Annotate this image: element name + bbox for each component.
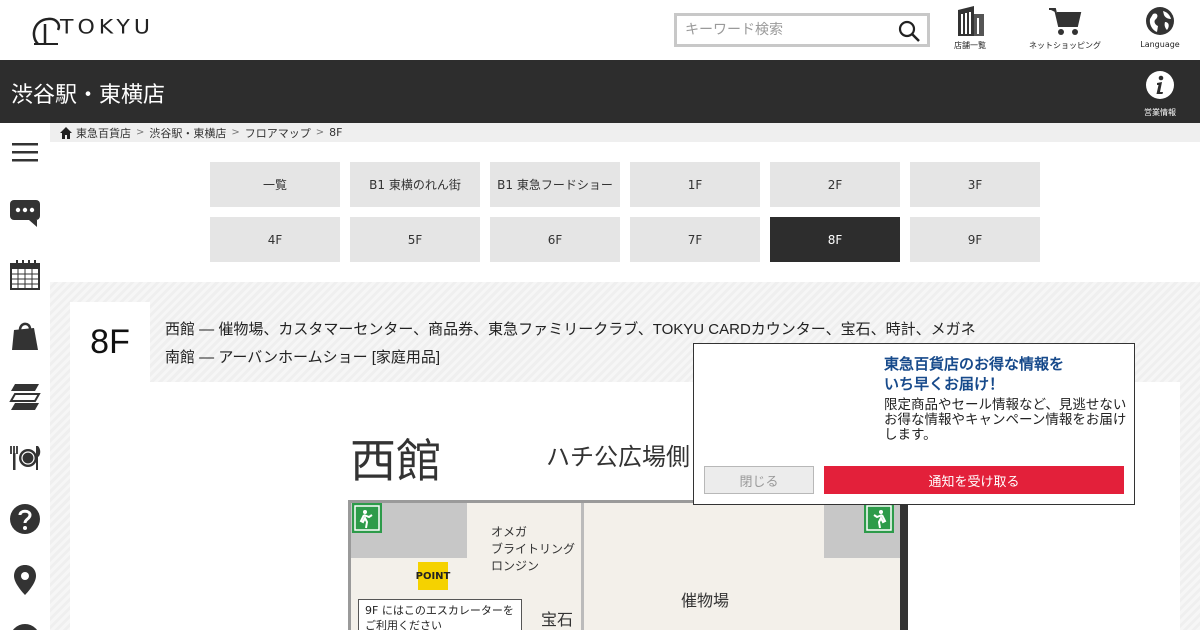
floor-button-b1-noren[interactable]: B1 東横のれん街 bbox=[350, 162, 480, 207]
restaurant-button[interactable] bbox=[8, 441, 42, 475]
map-watch-brands: オメガ ブライトリング ロンジン bbox=[491, 524, 575, 575]
escalator-note-line2: ご利用ください bbox=[365, 619, 442, 630]
menu-icon bbox=[12, 143, 38, 162]
shopping-bag-icon bbox=[12, 322, 38, 350]
breadcrumb-separator-icon: > bbox=[136, 127, 145, 138]
store-list-label: 店舗一覧 bbox=[954, 41, 986, 50]
emergency-exit-icon bbox=[864, 503, 894, 533]
chat-icon bbox=[10, 200, 40, 227]
business-info-label: 営業情報 bbox=[1144, 108, 1176, 117]
language-button[interactable]: Language bbox=[1136, 6, 1184, 49]
breadcrumb-current: 8F bbox=[329, 126, 343, 139]
popup-title-line1: 東急百貨店のお得な情報を bbox=[884, 355, 1065, 373]
escalator-note-line1: 9F にはこのエスカレーターを bbox=[365, 604, 514, 617]
site-header: TOKYU 店舗一覧 ネットショッピング bbox=[0, 0, 1200, 60]
home-icon[interactable] bbox=[60, 126, 72, 139]
online-shopping-label: ネットショッピング bbox=[1029, 41, 1101, 50]
floor-button-8f[interactable]: 8F bbox=[770, 217, 900, 262]
floor-button-6f[interactable]: 6F bbox=[490, 217, 620, 262]
floor-selector: 一覧 B1 東横のれん街 B1 東急フードショー 1F 2F 3F 4F 5F … bbox=[210, 162, 1040, 262]
floor-button-3f[interactable]: 3F bbox=[910, 162, 1040, 207]
globe-icon bbox=[1146, 7, 1174, 35]
map-building-label: 西館 bbox=[350, 434, 442, 488]
tokyu-logo[interactable]: TOKYU bbox=[28, 10, 208, 50]
search-icon[interactable] bbox=[897, 19, 921, 43]
dining-icon bbox=[10, 446, 41, 470]
escalator-note: 9F にはこのエスカレーターを ご利用ください bbox=[358, 599, 522, 630]
popup-close-button[interactable]: 閉じる bbox=[704, 466, 814, 494]
floor-label: 8F bbox=[70, 302, 150, 382]
cart-icon bbox=[1049, 8, 1082, 35]
notification-popup: 東急百貨店のお得な情報を いち早くお届け！ 限定商品やセール情報など、見逃せない… bbox=[693, 343, 1135, 505]
emergency-exit-icon bbox=[352, 503, 382, 533]
map-side-label: ハチ公広場側 bbox=[546, 443, 690, 471]
breadcrumb-link-store[interactable]: 渋谷駅・東横店 bbox=[149, 125, 226, 141]
breadcrumb-link-floormap[interactable]: フロアマップ bbox=[245, 125, 311, 141]
map-brand-breitling: ブライトリング bbox=[491, 542, 576, 556]
floor-button-1f[interactable]: 1F bbox=[630, 162, 760, 207]
calendar-icon bbox=[10, 260, 40, 290]
breadcrumb-separator-icon: > bbox=[231, 127, 240, 138]
floor-button-9f[interactable]: 9F bbox=[910, 217, 1040, 262]
menu-button[interactable] bbox=[8, 135, 42, 169]
breadcrumb-separator-icon: > bbox=[315, 127, 325, 138]
more-icon bbox=[13, 624, 37, 630]
tokyu-logo-mark-icon bbox=[32, 17, 61, 45]
breadcrumb-link-top[interactable]: 東急百貨店 bbox=[76, 125, 131, 141]
map-jewelry-label: 宝石 bbox=[541, 610, 574, 629]
info-icon bbox=[1146, 71, 1174, 99]
popup-title-line2: いち早くお届け！ bbox=[884, 375, 1005, 393]
breadcrumb: 東急百貨店 > 渋谷駅・東横店 > フロアマップ > 8F bbox=[50, 123, 1200, 142]
layers-icon bbox=[9, 384, 41, 410]
search-box bbox=[674, 13, 930, 47]
business-info-button[interactable]: 営業情報 bbox=[1138, 70, 1182, 118]
left-sidebar bbox=[0, 123, 50, 630]
building-icon bbox=[958, 6, 984, 36]
floor-button-2f[interactable]: 2F bbox=[770, 162, 900, 207]
shopping-button[interactable] bbox=[8, 319, 42, 353]
online-shopping-button[interactable]: ネットショッピング bbox=[1022, 6, 1108, 51]
floor-button-4f[interactable]: 4F bbox=[210, 217, 340, 262]
point-badge: POINT bbox=[416, 562, 450, 590]
access-button[interactable] bbox=[8, 563, 42, 597]
store-title: 渋谷駅・東横店 bbox=[11, 83, 166, 108]
popup-title: 東急百貨店のお得な情報を いち早くお届け！ bbox=[884, 354, 1064, 394]
floor-description-west: 西館 ― 催物場、カスタマーセンター、商品券、東急ファミリークラブ、TOKYU … bbox=[165, 321, 976, 338]
search-input[interactable] bbox=[677, 16, 887, 44]
floor-button-7f[interactable]: 7F bbox=[630, 217, 760, 262]
floor-button-5f[interactable]: 5F bbox=[350, 217, 480, 262]
calendar-button[interactable] bbox=[8, 258, 42, 292]
popup-accept-button[interactable]: 通知を受け取る bbox=[824, 466, 1124, 494]
floor-button-b1-foodshow[interactable]: B1 東急フードショー bbox=[490, 162, 620, 207]
chat-button[interactable] bbox=[8, 196, 42, 230]
location-icon bbox=[14, 565, 36, 595]
floor-guide-button[interactable] bbox=[8, 380, 42, 414]
store-list-button[interactable]: 店舗一覧 bbox=[946, 6, 994, 51]
help-button[interactable] bbox=[8, 502, 42, 536]
help-icon bbox=[10, 504, 40, 534]
map-brand-longines: ロンジン bbox=[491, 559, 540, 573]
map-event-hall-label: 催物場 bbox=[681, 591, 730, 610]
store-bar: 渋谷駅・東横店 営業情報 bbox=[0, 60, 1200, 123]
floor-button-all[interactable]: 一覧 bbox=[210, 162, 340, 207]
more-button[interactable] bbox=[8, 619, 42, 630]
language-label: Language bbox=[1140, 40, 1180, 49]
map-wall bbox=[581, 503, 584, 630]
map-brand-omega: オメガ bbox=[491, 525, 528, 539]
logo-text: TOKYU bbox=[60, 16, 154, 39]
popup-body: 限定商品やセール情報など、見逃せないお得な情報やキャンペーン情報をお届けします。 bbox=[884, 397, 1127, 443]
